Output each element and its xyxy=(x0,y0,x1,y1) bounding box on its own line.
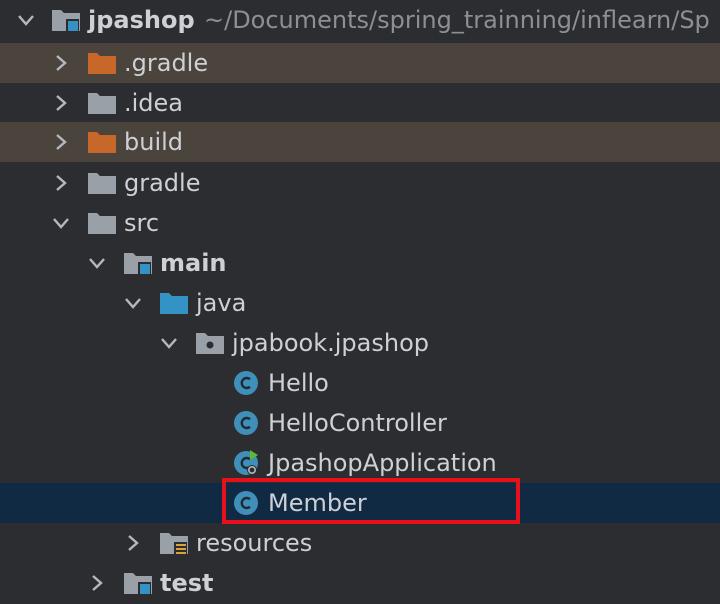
resources-folder-icon xyxy=(160,533,188,555)
gray-folder-icon xyxy=(88,173,116,194)
chevron-right-icon[interactable] xyxy=(50,172,72,194)
chevron-right-icon[interactable] xyxy=(50,131,72,153)
chevron-down-icon[interactable] xyxy=(158,332,180,354)
tree-row-src[interactable]: src xyxy=(0,203,720,243)
tree-row-main[interactable]: main xyxy=(0,243,720,283)
package-icon xyxy=(196,333,224,354)
chevron-right-icon[interactable] xyxy=(50,52,72,74)
folder-label: build xyxy=(124,128,184,156)
project-tree: jpashop ~/Documents/spring_trainning/inf… xyxy=(0,0,720,604)
tree-row-idea[interactable]: .idea xyxy=(0,83,720,123)
tree-row-build[interactable]: build xyxy=(0,122,720,162)
chevron-down-icon[interactable] xyxy=(15,9,37,31)
blue-source-folder-icon xyxy=(160,293,188,314)
folder-label: resources xyxy=(196,529,313,557)
tree-row-class-hellocontroller[interactable]: HelloController xyxy=(0,403,720,443)
folder-label: .gradle xyxy=(124,49,209,77)
tree-row-class-hello[interactable]: Hello xyxy=(0,363,720,403)
spring-boot-class-icon xyxy=(234,450,258,475)
class-c-icon xyxy=(234,411,258,435)
chevron-right-icon[interactable] xyxy=(86,572,108,594)
folder-label: gradle xyxy=(124,169,201,197)
tree-row-class-jpashopapplication[interactable]: JpashopApplication xyxy=(0,443,720,483)
chevron-down-icon[interactable] xyxy=(50,212,72,234)
module-folder-icon xyxy=(124,573,152,595)
chevron-down-icon[interactable] xyxy=(122,292,144,314)
tree-row-java[interactable]: java xyxy=(0,283,720,323)
orange-folder-icon xyxy=(88,53,116,74)
chevron-right-icon[interactable] xyxy=(122,532,144,554)
class-label: HelloController xyxy=(268,409,447,437)
tree-row-test[interactable]: test xyxy=(0,563,720,603)
folder-label: .idea xyxy=(124,89,184,117)
chevron-right-icon[interactable] xyxy=(50,92,72,114)
folder-label: test xyxy=(160,569,214,597)
class-label: Hello xyxy=(268,369,329,397)
selection-highlight-box xyxy=(222,478,520,524)
class-c-icon xyxy=(234,371,258,395)
gray-folder-icon xyxy=(88,213,116,234)
gray-folder-icon xyxy=(88,93,116,114)
tree-row-resources[interactable]: resources xyxy=(0,523,720,563)
orange-folder-icon xyxy=(88,132,116,153)
folder-label: main xyxy=(160,249,227,277)
tree-row-project-root[interactable]: jpashop ~/Documents/spring_trainning/inf… xyxy=(0,0,720,40)
project-path: ~/Documents/spring_trainning/inflearn/Sp xyxy=(204,6,710,34)
module-folder-icon xyxy=(124,253,152,275)
module-folder-icon xyxy=(52,10,80,32)
folder-label: java xyxy=(196,289,247,317)
tree-row-gradle-cache[interactable]: .gradle xyxy=(0,43,720,83)
tree-row-gradle[interactable]: gradle xyxy=(0,163,720,203)
chevron-down-icon[interactable] xyxy=(86,252,108,274)
tree-row-package[interactable]: jpabook.jpashop xyxy=(0,323,720,363)
folder-label: src xyxy=(124,209,160,237)
package-label: jpabook.jpashop xyxy=(232,329,429,357)
project-name: jpashop xyxy=(88,6,195,34)
class-label: JpashopApplication xyxy=(268,449,497,477)
